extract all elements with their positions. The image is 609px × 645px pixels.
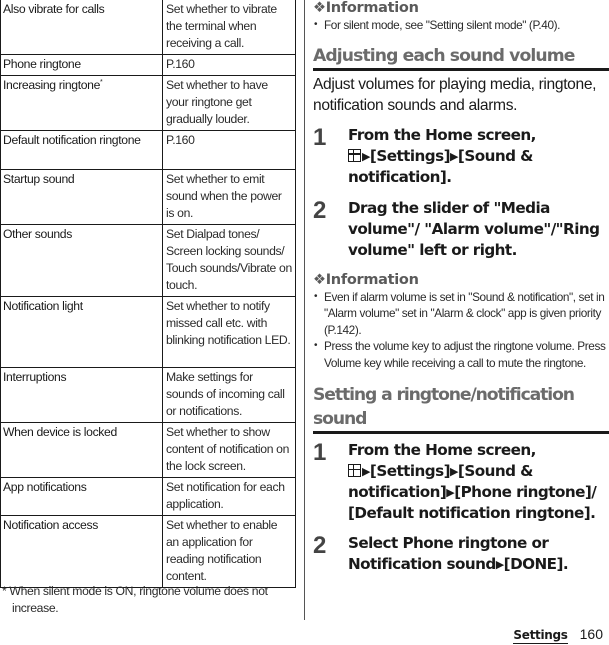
setting-description: Set whether to emit sound when the power… (162, 169, 296, 225)
step-number: 2 (313, 196, 327, 224)
table-row: Startup sound Set whether to emit sound … (0, 169, 296, 225)
information-box-1: ❖Information For silent mode, see "Setti… (313, 0, 609, 34)
setting-name: Notification light (0, 296, 163, 368)
setting-description: Set whether to vibrate the terminal when… (162, 0, 296, 55)
sound-settings-table: Also vibrate for calls Set whether to vi… (0, 0, 296, 588)
setting-name: Other sounds (0, 224, 163, 297)
information-heading: ❖Information (313, 271, 419, 288)
table-row: Notification access Set whether to enabl… (0, 515, 296, 588)
step-number: 1 (313, 123, 327, 151)
setting-description: Set whether to show content of notificat… (162, 422, 296, 478)
setting-description: Set whether to enable an application for… (162, 515, 296, 588)
step-1: 1 From the Home screen, ▶[Settings]▶[Sou… (313, 123, 609, 188)
information-item: Even if alarm volume is set in "Sound & … (313, 289, 609, 339)
step-prefix: From the Home screen, (348, 125, 536, 144)
apps-grid-icon (348, 148, 361, 162)
table-row: Default notification ringtone P.160 (0, 130, 296, 170)
section-lead: Adjust volumes for playing media, ringto… (313, 75, 597, 114)
information-list: Even if alarm volume is set in "Sound & … (313, 289, 609, 372)
setting-description: Set whether to notify missed call etc. w… (162, 296, 296, 368)
setting-description: Make settings for sounds of incoming cal… (162, 367, 296, 423)
menu-path-item: [Settings] (369, 146, 451, 165)
step-text: From the Home screen, ▶[Settings]▶[Sound… (348, 440, 609, 524)
information-item: For silent mode, see "Setting silent mod… (313, 17, 609, 34)
table-row: Notification light Set whether to notify… (0, 296, 296, 368)
step-2: 2 Drag the slider of "Media volume"/ "Al… (313, 196, 609, 261)
table-row: Increasing ringtone* Set whether to have… (0, 75, 296, 131)
information-heading: ❖Information (313, 0, 419, 16)
step-2: 2 Select Phone ringtone or Notification … (313, 533, 609, 575)
setting-name: Increasing ringtone* (0, 75, 163, 131)
arrow-right-icon: ▶ (495, 558, 504, 571)
menu-path-item: [Settings] (369, 462, 451, 480)
arrow-right-icon: ▶ (362, 465, 370, 478)
section-title: Setting a ringtone/notification sound (313, 383, 609, 434)
table-row: Interruptions Make settings for sounds o… (0, 367, 296, 423)
step-text: Select Phone ringtone or Notification so… (348, 533, 609, 575)
apps-grid-icon (348, 464, 361, 477)
step-text-part: [DONE]. (503, 555, 569, 573)
table-row: Phone ringtone P.160 (0, 54, 296, 76)
setting-name: Default notification ringtone (0, 130, 163, 170)
arrow-right-icon: ▶ (362, 149, 370, 163)
setting-name: Startup sound (0, 169, 163, 225)
right-column: ❖Information For silent mode, see "Setti… (313, 0, 609, 575)
table-row: App notifications Set notification for e… (0, 477, 296, 516)
arrow-right-icon: ▶ (450, 465, 458, 478)
step-prefix: From the Home screen, (348, 441, 536, 459)
setting-name: When device is locked (0, 422, 163, 478)
page-number: 160 (579, 626, 603, 642)
setting-description: Set notification for each application. (162, 477, 296, 516)
section-title: Adjusting each sound volume (313, 44, 609, 71)
section-setting-ringtone: Setting a ringtone/notification sound 1 … (313, 383, 609, 575)
arrow-right-icon: ▶ (450, 149, 458, 163)
chapter-label: Settings (513, 628, 568, 644)
table-footnote: * When silent mode is ON, ringtone volum… (2, 584, 268, 615)
setting-name: Interruptions (0, 367, 163, 423)
setting-name: App notifications (0, 477, 163, 516)
information-list: For silent mode, see "Setting silent mod… (313, 17, 609, 34)
step-number: 2 (313, 532, 327, 559)
table-row: When device is locked Set whether to sho… (0, 422, 296, 478)
section-adjusting-volume: Adjusting each sound volume Adjust volum… (313, 44, 609, 261)
arrow-right-icon: ▶ (446, 486, 455, 499)
setting-name: Notification access (0, 515, 163, 588)
step-text: From the Home screen, ▶[Settings]▶[Sound… (348, 125, 609, 188)
information-item: Press the volume key to adjust the ringt… (313, 338, 609, 371)
information-box-2: ❖Information Even if alarm volume is set… (313, 271, 609, 372)
step-number: 1 (313, 439, 327, 466)
table-row: Other sounds Set Dialpad tones/ Screen l… (0, 224, 296, 297)
setting-description: Set whether to have your ringtone get gr… (162, 75, 296, 131)
setting-name: Phone ringtone (0, 54, 163, 76)
setting-description: Set Dialpad tones/ Screen locking sounds… (162, 224, 296, 297)
setting-description: P.160 (162, 130, 296, 170)
setting-name: Also vibrate for calls (0, 0, 163, 55)
footnote-mark: * (100, 79, 103, 86)
setting-description: P.160 (162, 54, 296, 76)
page-footer: Settings 160 (513, 626, 603, 644)
step-text: Drag the slider of "Media volume"/ "Alar… (348, 198, 600, 259)
step-1: 1 From the Home screen, ▶[Settings]▶[Sou… (313, 440, 609, 524)
table-row: Also vibrate for calls Set whether to vi… (0, 0, 296, 55)
column-divider (304, 0, 305, 620)
setting-name-text: Increasing ringtone (3, 78, 101, 92)
